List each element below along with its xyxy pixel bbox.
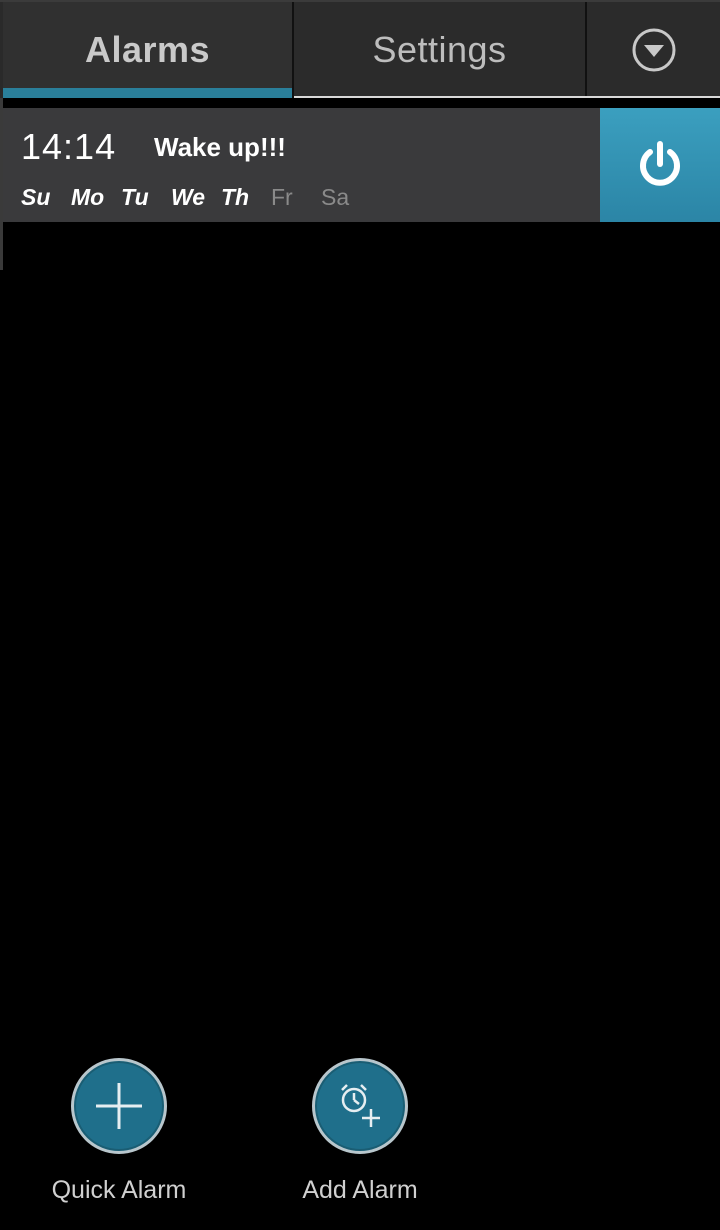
tab-alarms[interactable]: Alarms	[3, 2, 292, 98]
alarm-list-item[interactable]: 14:14 Wake up!!! Su Mo Tu We Th Fr Sa	[3, 108, 720, 222]
tab-settings[interactable]: Settings	[294, 2, 585, 98]
overflow-menu-button[interactable]	[587, 2, 720, 98]
tab-bar: Alarms Settings	[0, 0, 720, 98]
alarm-app-screen: Alarms Settings 14:14 Wake up!!! Su Mo T…	[0, 0, 720, 1230]
day-sunday: Su	[21, 184, 51, 210]
day-saturday: Sa	[321, 184, 350, 210]
alarm-title: Wake up!!!	[154, 132, 286, 162]
tab-settings-label: Settings	[372, 29, 507, 70]
alarm-days: Su Mo Tu We Th Fr Sa	[21, 184, 371, 211]
alarm-time: 14:14	[21, 126, 117, 167]
alarm-add-icon	[341, 1084, 380, 1127]
alarm-toggle-button[interactable]	[600, 108, 720, 222]
power-icon	[640, 141, 680, 186]
day-thursday: Th	[221, 184, 250, 210]
quick-alarm-label: Quick Alarm	[51, 1176, 187, 1204]
day-monday: Mo	[71, 184, 105, 210]
day-wednesday: We	[171, 184, 206, 210]
tab-alarms-label: Alarms	[84, 29, 211, 70]
quick-alarm-action[interactable]: Quick Alarm	[9, 1058, 229, 1205]
tab-underline	[294, 96, 720, 98]
day-friday: Fr	[271, 184, 293, 210]
day-tuesday: Tu	[121, 184, 149, 210]
active-tab-indicator	[3, 88, 292, 98]
add-alarm-button[interactable]	[312, 1058, 408, 1154]
plus-icon	[96, 1083, 142, 1129]
chevron-down-circle-icon	[632, 28, 675, 72]
add-alarm-label: Add Alarm	[302, 1176, 418, 1204]
quick-alarm-button[interactable]	[71, 1058, 167, 1154]
add-alarm-action[interactable]: Add Alarm	[250, 1058, 470, 1205]
